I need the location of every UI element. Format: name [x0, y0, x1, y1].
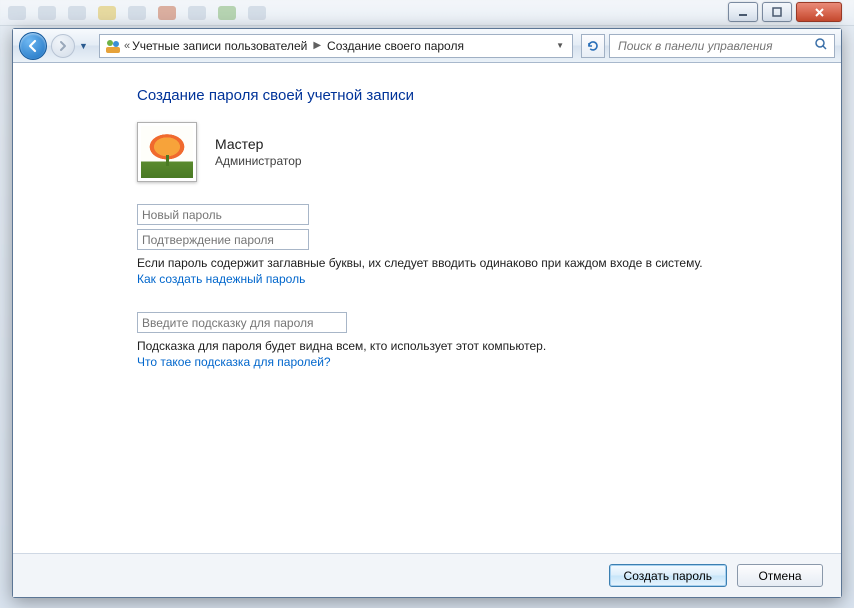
nav-history-dropdown[interactable]: ▼ — [79, 41, 91, 51]
caps-lock-note: Если пароль содержит заглавные буквы, их… — [137, 256, 817, 270]
breadcrumb-segment-2[interactable]: Создание своего пароля — [327, 39, 464, 53]
arrow-left-icon — [26, 39, 40, 53]
minimize-icon — [738, 7, 748, 17]
page-content: Создание пароля своей учетной записи Мас… — [13, 63, 841, 553]
search-icon[interactable] — [814, 37, 828, 54]
nav-back-button[interactable] — [19, 32, 47, 60]
maximize-icon — [772, 7, 782, 17]
cancel-button[interactable]: Отмена — [737, 564, 823, 587]
user-info-row: Мастер Администратор — [137, 122, 817, 182]
user-accounts-icon — [104, 37, 122, 55]
new-password-input[interactable] — [137, 204, 309, 225]
hint-visibility-note: Подсказка для пароля будет видна всем, к… — [137, 339, 817, 353]
control-panel-window: ▼ « Учетные записи пользователей ▶ Созда… — [12, 28, 842, 598]
dialog-footer: Создать пароль Отмена — [13, 553, 841, 597]
page-heading: Создание пароля своей учетной записи — [137, 87, 817, 104]
user-role-label: Администратор — [215, 154, 302, 168]
search-input[interactable] — [616, 38, 814, 54]
user-name-label: Мастер — [215, 136, 302, 152]
close-button[interactable] — [796, 2, 842, 22]
breadcrumb-dropdown-icon[interactable]: ▼ — [552, 41, 568, 50]
close-icon — [814, 7, 825, 18]
create-password-button[interactable]: Создать пароль — [609, 564, 727, 587]
confirm-password-input[interactable] — [137, 229, 309, 250]
window-caption-buttons — [724, 2, 842, 22]
maximize-button[interactable] — [762, 2, 792, 22]
minimize-button[interactable] — [728, 2, 758, 22]
breadcrumb-bar[interactable]: « Учетные записи пользователей ▶ Создани… — [99, 34, 573, 58]
what-is-hint-link[interactable]: Что такое подсказка для паролей? — [137, 355, 331, 369]
nav-forward-button[interactable] — [51, 34, 75, 58]
strong-password-link[interactable]: Как создать надежный пароль — [137, 272, 305, 286]
flower-icon — [141, 126, 193, 178]
breadcrumb-separator-icon: ▶ — [313, 40, 321, 51]
arrow-right-icon — [57, 40, 69, 52]
refresh-button[interactable] — [581, 34, 605, 58]
navigation-toolbar: ▼ « Учетные записи пользователей ▶ Созда… — [13, 29, 841, 63]
breadcrumb-chevron-left-icon: « — [124, 40, 130, 52]
refresh-icon — [586, 39, 600, 53]
password-hint-input[interactable] — [137, 312, 347, 333]
user-avatar — [137, 122, 197, 182]
breadcrumb-segment-1[interactable]: Учетные записи пользователей — [132, 39, 307, 53]
search-box[interactable] — [609, 34, 835, 58]
